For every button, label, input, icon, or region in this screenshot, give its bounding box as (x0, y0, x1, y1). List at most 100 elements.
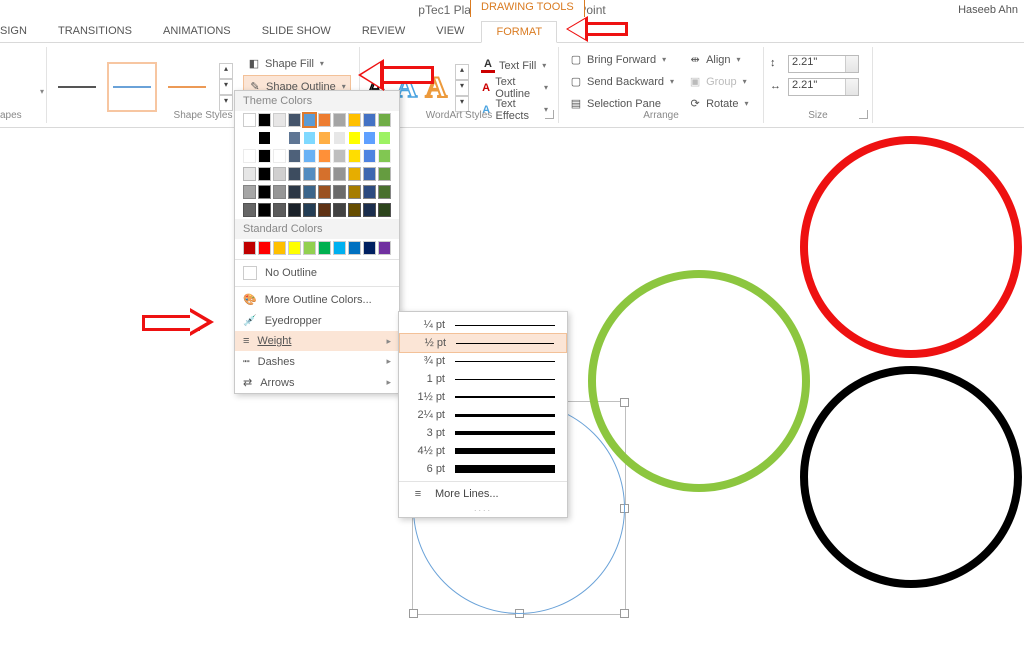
theme-color-swatch[interactable] (348, 113, 361, 127)
width-input[interactable]: 2.21" (788, 78, 859, 96)
resize-handle[interactable] (620, 609, 629, 618)
theme-tint-swatch[interactable] (273, 185, 286, 199)
group-button[interactable]: ▣Group▾ (684, 71, 752, 92)
align-button[interactable]: ⇹Align▾ (684, 49, 752, 70)
style-swatch-1[interactable] (53, 63, 101, 111)
theme-tint-swatch[interactable] (303, 149, 316, 163)
theme-tint-swatch[interactable] (243, 185, 256, 199)
theme-tint-swatch[interactable] (378, 149, 391, 163)
standard-color-swatch[interactable] (288, 241, 301, 255)
tab-view[interactable]: VIEW (422, 21, 478, 41)
style-gallery-down[interactable]: ▾ (219, 79, 233, 95)
theme-tint-swatch[interactable] (303, 185, 316, 199)
standard-color-swatch[interactable] (348, 241, 361, 255)
theme-tint-swatch[interactable] (348, 131, 361, 145)
tab-transitions[interactable]: TRANSITIONS (44, 21, 146, 41)
theme-tint-swatch[interactable] (288, 131, 301, 145)
theme-tint-swatch[interactable] (318, 167, 331, 181)
tab-animations[interactable]: ANIMATIONS (149, 21, 245, 41)
shape-circle-green[interactable] (588, 270, 810, 492)
launcher-wordart[interactable] (545, 110, 554, 119)
theme-tint-swatch[interactable] (288, 149, 301, 163)
theme-tint-swatch[interactable] (243, 167, 256, 181)
theme-tint-swatch[interactable] (333, 203, 346, 217)
theme-tint-swatch[interactable] (303, 131, 316, 145)
tab-format[interactable]: FORMAT (481, 21, 557, 43)
theme-tint-swatch[interactable] (378, 131, 391, 145)
style-gallery-up[interactable]: ▴ (219, 63, 233, 79)
theme-tint-swatch[interactable] (348, 185, 361, 199)
eyedropper-item[interactable]: 💉Eyedropper (235, 310, 399, 331)
send-backward-button[interactable]: ▢Send Backward▾ (565, 71, 678, 92)
theme-tint-swatch[interactable] (318, 131, 331, 145)
theme-color-swatch[interactable] (243, 113, 256, 127)
theme-tint-swatch[interactable] (318, 185, 331, 199)
weight-option[interactable]: ¼ pt (399, 316, 567, 334)
shape-fill-button[interactable]: ◧Shape Fill▾ (243, 53, 351, 74)
standard-color-swatch[interactable] (258, 241, 271, 255)
dashes-item[interactable]: ┉Dashes▸ (235, 351, 399, 372)
theme-tint-swatch[interactable] (333, 185, 346, 199)
weight-item[interactable]: ≡Weight▸ (235, 331, 399, 351)
theme-tint-swatch[interactable] (258, 131, 271, 145)
theme-tint-swatch[interactable] (348, 203, 361, 217)
theme-tint-swatch[interactable] (258, 203, 271, 217)
theme-tint-swatch[interactable] (363, 167, 376, 181)
theme-tint-swatch[interactable] (273, 131, 286, 145)
theme-tint-swatch[interactable] (333, 167, 346, 181)
theme-tint-swatch[interactable] (258, 185, 271, 199)
theme-tint-swatch[interactable] (363, 131, 376, 145)
standard-color-swatch[interactable] (363, 241, 376, 255)
tab-review[interactable]: REVIEW (348, 21, 419, 41)
style-gallery-more[interactable]: ▾ (219, 95, 233, 111)
bring-forward-button[interactable]: ▢Bring Forward▾ (565, 49, 678, 70)
theme-tint-swatch[interactable] (378, 203, 391, 217)
theme-color-swatch[interactable] (288, 113, 301, 127)
theme-tint-swatch[interactable] (363, 149, 376, 163)
weight-option[interactable]: 1 pt (399, 370, 567, 388)
theme-color-swatch[interactable] (258, 113, 271, 127)
standard-color-swatch[interactable] (378, 241, 391, 255)
wordart-gallery-down[interactable]: ▾ (455, 80, 469, 96)
theme-tint-swatch[interactable] (273, 203, 286, 217)
resize-handle[interactable] (409, 609, 418, 618)
theme-tint-swatch[interactable] (273, 167, 286, 181)
tab-design[interactable]: SIGN (0, 21, 41, 41)
theme-color-swatch[interactable] (318, 113, 331, 127)
theme-color-swatch[interactable] (303, 113, 316, 127)
theme-color-swatch[interactable] (333, 113, 346, 127)
standard-color-swatch[interactable] (273, 241, 286, 255)
theme-tint-swatch[interactable] (363, 185, 376, 199)
theme-tint-swatch[interactable] (288, 185, 301, 199)
style-swatch-3[interactable] (163, 63, 211, 111)
theme-tint-swatch[interactable] (318, 203, 331, 217)
theme-tint-swatch[interactable] (348, 149, 361, 163)
theme-color-swatch[interactable] (363, 113, 376, 127)
dropdown-icon[interactable]: ▾ (40, 87, 44, 96)
height-field[interactable]: ↕ 2.21" (770, 54, 866, 74)
theme-tint-swatch[interactable] (303, 167, 316, 181)
theme-tint-swatch[interactable] (303, 203, 316, 217)
theme-tint-swatch[interactable] (243, 149, 256, 163)
theme-color-swatch[interactable] (378, 113, 391, 127)
style-swatch-2[interactable] (107, 62, 157, 112)
theme-tint-swatch[interactable] (318, 149, 331, 163)
standard-color-swatch[interactable] (333, 241, 346, 255)
more-lines-item[interactable]: ≡More Lines... (399, 485, 567, 503)
weight-option[interactable]: 3 pt (399, 424, 567, 442)
theme-tint-swatch[interactable] (258, 149, 271, 163)
launcher-size[interactable] (859, 110, 868, 119)
standard-color-swatch[interactable] (243, 241, 256, 255)
width-field[interactable]: ↔ 2.21" (770, 77, 866, 97)
theme-tint-swatch[interactable] (258, 167, 271, 181)
contextual-tab-drawing-tools[interactable]: DRAWING TOOLS (470, 0, 585, 17)
standard-color-swatch[interactable] (303, 241, 316, 255)
no-outline-item[interactable]: No Outline (235, 262, 399, 284)
theme-tint-swatch[interactable] (378, 167, 391, 181)
arrows-item[interactable]: ⇄Arrows▸ (235, 372, 399, 393)
weight-option[interactable]: 6 pt (399, 460, 567, 478)
theme-tint-swatch[interactable] (243, 203, 256, 217)
weight-option[interactable]: 2¼ pt (399, 406, 567, 424)
weight-option[interactable]: ½ pt (399, 333, 567, 353)
more-outline-colors-item[interactable]: 🎨More Outline Colors... (235, 289, 399, 310)
